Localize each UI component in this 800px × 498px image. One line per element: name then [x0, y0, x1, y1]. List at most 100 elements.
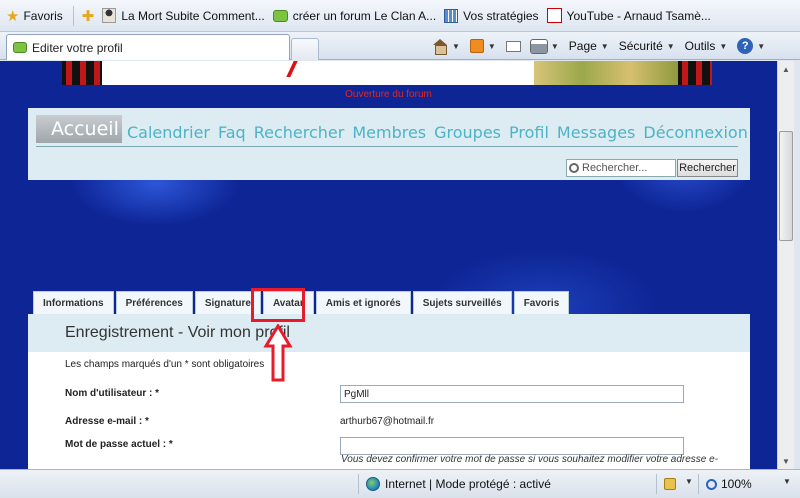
tab-editer-profil[interactable]: Editer votre profil [6, 34, 290, 60]
favorite-link-label: La Mort Subite Comment... [121, 8, 265, 23]
profile-form: Enregistrement - Voir mon profil Les cha… [28, 314, 750, 469]
new-tab-button[interactable] [291, 38, 319, 60]
site-favicon-icon [102, 8, 117, 23]
nav-accueil[interactable]: Accueil [36, 115, 122, 143]
search-icon [569, 163, 579, 173]
banner-image [534, 61, 678, 85]
nav-faq[interactable]: Faq [218, 123, 246, 142]
chevron-down-icon[interactable]: ▼ [685, 477, 693, 486]
tab-sujets-surveilles[interactable]: Sujets surveillés [412, 291, 512, 314]
zoom-control[interactable]: 100% [706, 477, 752, 491]
scroll-up-icon[interactable]: ▲ [782, 65, 790, 74]
tab-amis-ignores[interactable]: Amis et ignorés [315, 291, 411, 314]
username-field[interactable]: PgMll [340, 385, 684, 403]
email-value: arthurb67@hotmail.fr [340, 416, 435, 427]
password-field[interactable] [340, 437, 684, 455]
forum-banner [102, 61, 534, 85]
print-button[interactable]: ▼ [529, 38, 559, 54]
securite-menu-label: Sécurité [618, 39, 663, 53]
help-button[interactable]: ? ▼ [737, 38, 765, 54]
divider [698, 474, 699, 494]
favorite-link-creer-forum[interactable]: créer un forum Le Clan A... [272, 8, 437, 23]
rss-icon [469, 39, 484, 53]
divider [656, 474, 657, 494]
feeds-button[interactable]: ▼ [469, 39, 496, 53]
favorite-link-label: Vos stratégies [463, 8, 539, 23]
page-menu[interactable]: Page ▼ [569, 39, 609, 53]
page-content: Ouverture du forum Accueil Calendrier Fa… [0, 61, 777, 469]
up-arrow-annotation [263, 324, 293, 382]
page-menu-label: Page [568, 39, 597, 53]
favorite-link-label: créer un forum Le Clan A... [292, 8, 437, 23]
chevron-down-icon: ▼ [757, 41, 766, 51]
securite-menu[interactable]: Sécurité ▼ [619, 39, 675, 53]
chevron-down-icon[interactable]: ▼ [452, 42, 460, 51]
banner-caption: Ouverture du forum [345, 89, 432, 100]
scroll-down-icon[interactable]: ▼ [782, 457, 790, 466]
favorite-link-youtube[interactable]: YouTube - Arnaud Tsamè... [546, 8, 711, 23]
page-title: Enregistrement - Voir mon profil [65, 324, 290, 341]
favorite-link-strategies[interactable]: Vos stratégies [444, 8, 539, 23]
zoom-level: 100% [721, 477, 752, 491]
search-button[interactable]: Rechercher [677, 159, 738, 177]
favorites-label: Favoris [23, 8, 63, 23]
tab-preferences[interactable]: Préférences [115, 291, 193, 314]
avatar-tab-highlight [251, 288, 305, 322]
banner-right-decoration [678, 61, 712, 85]
vertical-scrollbar[interactable]: ▲ ▼ [777, 61, 794, 469]
chevron-down-icon[interactable]: ▼ [488, 42, 496, 51]
youtube-icon [546, 8, 562, 23]
chevron-down-icon[interactable]: ▼ [551, 42, 559, 51]
email-label: Adresse e-mail : * [65, 416, 149, 427]
tab-favoris[interactable]: Favoris [513, 291, 570, 314]
password-hint: Vous devez confirmer votre mot de passe … [341, 454, 719, 465]
printer-icon [529, 38, 548, 54]
chevron-down-icon: ▼ [600, 41, 609, 51]
home-button[interactable]: ▼ [432, 39, 460, 55]
favorites-bar: ★ Favoris ✚ La Mort Subite Comment... cr… [0, 0, 800, 32]
toolbar: ▼ ▼ ▼ Page ▼ Sécurité ▼ Outils ▼ ? ▼ [432, 35, 775, 57]
nav-messages[interactable]: Messages [557, 123, 635, 142]
nav-deconnexion[interactable]: Déconnexion [643, 123, 747, 142]
nav-rechercher[interactable]: Rechercher [254, 123, 345, 142]
nav-profil[interactable]: Profil [509, 123, 549, 142]
lock-icon[interactable] [664, 478, 676, 490]
star-icon: ★ [6, 7, 20, 25]
tab-title: Editer votre profil [32, 40, 123, 55]
security-zone[interactable]: Internet | Mode protégé : activé [366, 477, 551, 491]
nav-divider [36, 146, 738, 147]
outils-menu-label: Outils [684, 39, 716, 53]
divider [72, 5, 74, 26]
nav-calendrier[interactable]: Calendrier [127, 123, 210, 142]
chevron-down-icon[interactable]: ▼ [783, 477, 791, 486]
outils-menu[interactable]: Outils ▼ [685, 39, 728, 53]
page-grid-icon [444, 8, 459, 23]
username-label: Nom d'utilisateur : * [65, 388, 160, 399]
forum-search-input[interactable]: Rechercher... [566, 159, 676, 177]
nav-groupes[interactable]: Groupes [434, 123, 501, 142]
mail-icon [505, 40, 521, 52]
nav-links: Calendrier Faq Rechercher Membres Groupe… [127, 123, 756, 142]
divider [358, 474, 359, 494]
window-edge [794, 61, 800, 469]
mail-button[interactable] [505, 40, 521, 52]
required-fields-note: Les champs marqués d'un * sont obligatoi… [65, 359, 265, 370]
help-icon: ? [737, 38, 754, 54]
add-favorite-icon[interactable]: ✚ [82, 7, 95, 25]
forum-navigation: Accueil Calendrier Faq Rechercher Membre… [28, 108, 750, 180]
search-placeholder: Rechercher... [582, 162, 648, 174]
home-icon [432, 39, 448, 55]
chevron-down-icon: ▼ [719, 41, 728, 51]
favorites-button[interactable]: ★ Favoris [6, 7, 63, 25]
chevron-down-icon: ▼ [666, 41, 675, 51]
banner-red-mark [286, 61, 298, 77]
nav-membres[interactable]: Membres [352, 123, 426, 142]
favorite-link-mort-subite[interactable]: La Mort Subite Comment... [102, 8, 265, 23]
scrollbar-thumb[interactable] [779, 131, 793, 241]
chat-icon [13, 42, 27, 53]
globe-icon [366, 477, 380, 491]
tab-informations[interactable]: Informations [33, 291, 114, 314]
zoom-icon [706, 478, 717, 490]
banner-left-decoration [62, 61, 102, 85]
chat-icon [272, 9, 288, 22]
